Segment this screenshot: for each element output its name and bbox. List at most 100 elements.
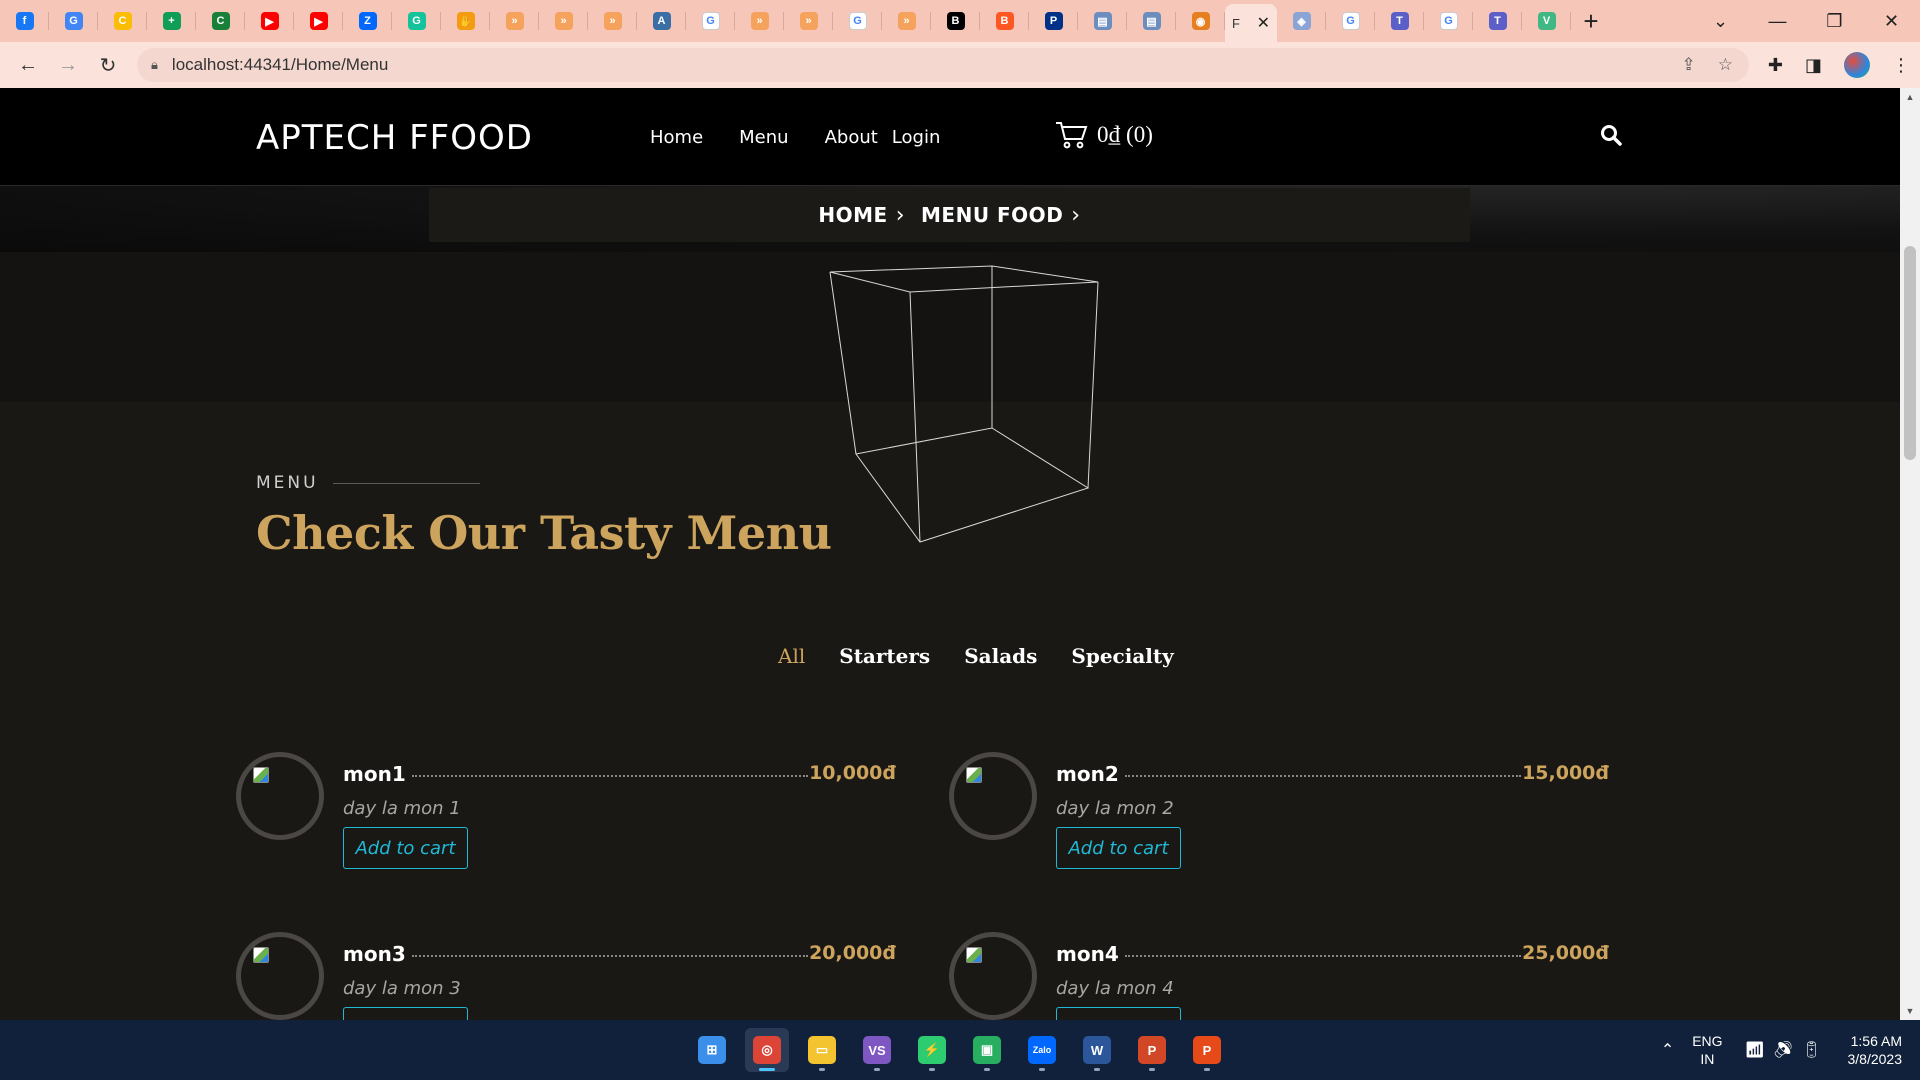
profile-avatar[interactable] xyxy=(1844,52,1870,78)
browser-tab[interactable]: ▤ xyxy=(1127,0,1176,42)
taskbar-app-button[interactable]: ▭ xyxy=(800,1028,844,1072)
browser-tab[interactable]: » xyxy=(735,0,784,42)
browser-tab[interactable]: ◈ xyxy=(1277,0,1326,42)
browser-tab[interactable]: T xyxy=(1473,0,1522,42)
breadcrumb-menu-food-label: MENU FOOD xyxy=(921,203,1064,227)
running-indicator xyxy=(1039,1068,1045,1071)
browser-tab[interactable]: B xyxy=(931,0,980,42)
browser-tab[interactable]: V xyxy=(1522,0,1571,42)
close-window-button[interactable]: ✕ xyxy=(1863,11,1920,32)
browser-tab[interactable]: G xyxy=(686,0,735,42)
back-button[interactable]: ← xyxy=(8,45,48,85)
bookmark-star-icon[interactable]: ☆ xyxy=(1718,55,1733,75)
taskbar-app-button[interactable]: ⚡ xyxy=(910,1028,954,1072)
browser-tab[interactable]: f xyxy=(0,0,49,42)
taskbar-app-button[interactable]: Zalo xyxy=(1020,1028,1064,1072)
browser-tab[interactable]: » xyxy=(882,0,931,42)
share-icon[interactable]: ⇪ xyxy=(1682,55,1696,75)
menu-item-name[interactable]: mon4 xyxy=(1056,942,1119,966)
browser-tab[interactable]: » xyxy=(490,0,539,42)
menu-item-image[interactable] xyxy=(236,752,324,840)
lock-icon[interactable]: 🔒︎ xyxy=(151,57,158,73)
menu-item-image[interactable] xyxy=(949,932,1037,1020)
browser-tab[interactable]: G xyxy=(1326,0,1375,42)
browser-tab[interactable]: G xyxy=(1424,0,1473,42)
scrollbar-thumb[interactable] xyxy=(1904,246,1916,460)
nav-login[interactable]: Login xyxy=(892,127,941,148)
taskbar-app-button[interactable]: ⊞ xyxy=(690,1028,734,1072)
menu-item-name[interactable]: mon1 xyxy=(343,762,406,786)
filter-specialty[interactable]: Specialty xyxy=(1071,644,1173,668)
browser-tab[interactable]: G xyxy=(49,0,98,42)
url-text: localhost:44341/Home/Menu xyxy=(171,55,389,74)
browser-tab[interactable]: B xyxy=(980,0,1029,42)
filter-salads[interactable]: Salads xyxy=(964,644,1037,668)
taskbar-app-button[interactable]: ◎ xyxy=(745,1028,789,1072)
filter-all[interactable]: All xyxy=(778,644,805,668)
filter-starters[interactable]: Starters xyxy=(839,644,930,668)
side-panel-icon[interactable]: ◨ xyxy=(1805,55,1822,76)
clock-time: 1:56 AM xyxy=(1850,1033,1902,1049)
browser-tab[interactable]: » xyxy=(588,0,637,42)
browser-tab[interactable]: ▶ xyxy=(294,0,343,42)
taskbar-app-button[interactable]: ▣ xyxy=(965,1028,1009,1072)
language-indicator[interactable]: ENG IN xyxy=(1692,1032,1722,1068)
add-to-cart-button[interactable]: Add to cart xyxy=(343,827,468,869)
new-tab-button[interactable]: + xyxy=(1571,0,1611,42)
taskbar-app-button[interactable]: P xyxy=(1130,1028,1174,1072)
browser-tab[interactable]: ✋ xyxy=(441,0,490,42)
browser-tab[interactable]: + xyxy=(147,0,196,42)
extensions-icon[interactable]: ✚ xyxy=(1768,55,1783,76)
browser-tab[interactable]: ▤ xyxy=(1078,0,1127,42)
menu-item-image[interactable] xyxy=(236,932,324,1020)
restore-button[interactable]: ❐ xyxy=(1806,11,1863,32)
forward-button[interactable]: → xyxy=(48,45,88,85)
site-logo[interactable]: APTECH FFOOD xyxy=(256,118,533,158)
tab-search-icon[interactable]: ⌄ xyxy=(1692,11,1749,32)
active-tab[interactable]: F ✕ xyxy=(1225,4,1277,42)
browser-tab[interactable]: P xyxy=(1029,0,1078,42)
taskbar-app-button[interactable]: VS xyxy=(855,1028,899,1072)
scroll-down-arrow-icon[interactable]: ▼ xyxy=(1900,1006,1920,1016)
browser-tab[interactable]: » xyxy=(784,0,833,42)
minimize-button[interactable]: — xyxy=(1749,11,1806,32)
browser-tab[interactable]: » xyxy=(539,0,588,42)
add-to-cart-button[interactable]: Add to cart xyxy=(1056,827,1181,869)
address-bar[interactable]: 🔒︎ localhost:44341/Home/Menu ⇪ ☆ xyxy=(137,48,1749,82)
nav-menu[interactable]: Menu xyxy=(739,127,788,148)
show-hidden-icons-icon[interactable]: ⌃ xyxy=(1661,1040,1674,1060)
browser-tab[interactable]: C xyxy=(98,0,147,42)
reload-button[interactable]: ↻ xyxy=(88,45,128,85)
menu-item: mon3 20,000đ day la mon 3 Add to cart xyxy=(236,932,896,1020)
breadcrumb-menu-food[interactable]: MENU FOOD › xyxy=(921,203,1081,228)
section-tag-label: MENU xyxy=(256,473,319,493)
add-to-cart-button[interactable]: Add to cart xyxy=(343,1007,468,1020)
menu-item-name[interactable]: mon3 xyxy=(343,942,406,966)
scroll-up-arrow-icon[interactable]: ▲ xyxy=(1900,92,1920,102)
taskbar-app-button[interactable]: P xyxy=(1185,1028,1229,1072)
taskbar-app-button[interactable]: W xyxy=(1075,1028,1119,1072)
menu-item-name[interactable]: mon2 xyxy=(1056,762,1119,786)
search-icon[interactable] xyxy=(1600,124,1622,151)
browser-tab[interactable]: ◉ xyxy=(1176,0,1225,42)
browser-tab[interactable]: T xyxy=(1375,0,1424,42)
browser-tab[interactable]: C xyxy=(196,0,245,42)
nav-about[interactable]: About xyxy=(825,127,878,148)
running-indicator xyxy=(759,1068,775,1071)
clock[interactable]: 1:56 AM 3/8/2023 xyxy=(1848,1032,1903,1068)
close-tab-icon[interactable]: ✕ xyxy=(1257,13,1270,33)
browser-tab[interactable]: Z xyxy=(343,0,392,42)
menu-item-image[interactable] xyxy=(949,752,1037,840)
menu-item-price: 10,000đ xyxy=(809,762,896,784)
page-scrollbar[interactable]: ▲ ▼ xyxy=(1900,88,1920,1020)
wifi-volume-battery-icons[interactable]: 📶︎🔊︎🔋︎ xyxy=(1745,1040,1830,1060)
cart-link[interactable]: 0₫ (0) xyxy=(1055,120,1153,150)
breadcrumb-home[interactable]: HOME › xyxy=(818,203,905,228)
nav-home[interactable]: Home xyxy=(650,127,703,148)
browser-tab[interactable]: ▶ xyxy=(245,0,294,42)
browser-tab[interactable]: G xyxy=(833,0,882,42)
browser-tab[interactable]: A xyxy=(637,0,686,42)
browser-tab[interactable]: G xyxy=(392,0,441,42)
chrome-menu-icon[interactable]: ⋮ xyxy=(1892,55,1910,76)
add-to-cart-button[interactable]: Add to cart xyxy=(1056,1007,1181,1020)
